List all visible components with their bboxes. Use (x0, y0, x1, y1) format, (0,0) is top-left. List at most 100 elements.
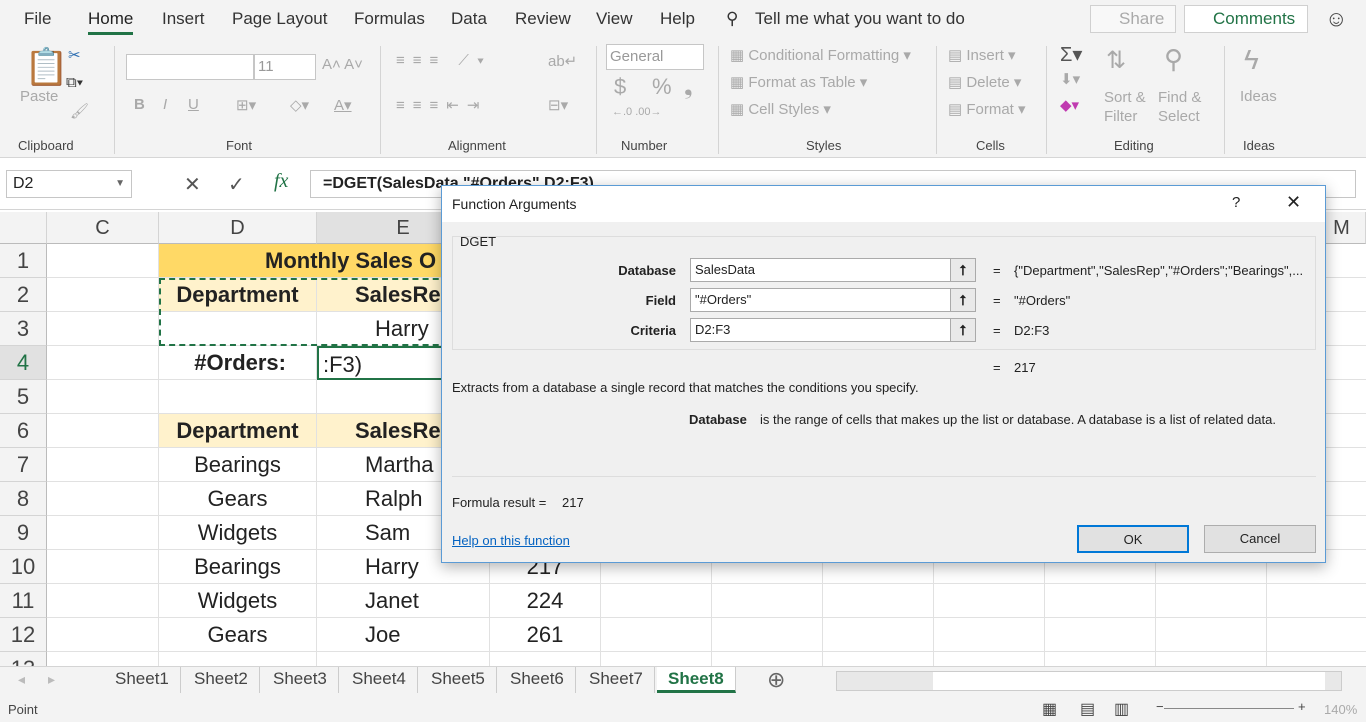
table-orders-cell[interactable]: 224 (490, 584, 601, 618)
collapse-dialog-icon[interactable]: ⭡ (950, 288, 976, 312)
row-header-10[interactable]: 10 (0, 550, 47, 584)
comments-button[interactable]: Comments (1184, 5, 1308, 33)
cell[interactable] (1267, 618, 1366, 652)
insert-function-icon[interactable]: fx (274, 170, 288, 193)
merge-center-icon[interactable]: ⊟▾ (548, 96, 568, 114)
sheet-tab-sheet7[interactable]: Sheet7 (578, 667, 655, 693)
column-header-c[interactable]: C (47, 212, 159, 244)
cell[interactable] (1156, 584, 1267, 618)
format-as-table-button[interactable]: ▦ Format as Table ▾ (730, 73, 867, 91)
vertical-align-icons[interactable]: ≡≡≡ ⟋▾ (396, 52, 492, 69)
sort-filter-button[interactable]: Sort & Filter (1104, 88, 1146, 126)
cell[interactable] (712, 584, 823, 618)
sheet-scroll-left-icon[interactable]: ◂ (18, 671, 25, 688)
cell[interactable] (601, 584, 712, 618)
arg-input-field[interactable]: "#Orders" (690, 288, 976, 312)
cell[interactable] (317, 652, 490, 666)
cell[interactable] (1267, 652, 1366, 666)
cell[interactable] (490, 652, 601, 666)
arg-input-criteria[interactable]: D2:F3 (690, 318, 976, 342)
cut-icon[interactable]: ✂ (68, 46, 81, 64)
font-size-dropdown[interactable]: 11 (254, 54, 316, 80)
decimal-icons[interactable]: ←.0 .00→ (612, 106, 662, 118)
number-format-dropdown[interactable]: General (606, 44, 704, 70)
cell[interactable] (47, 278, 159, 312)
delete-cells-button[interactable]: ▤ Delete ▾ (948, 73, 1021, 91)
cell[interactable] (47, 516, 159, 550)
cell[interactable] (47, 652, 159, 666)
fill-color-icon[interactable]: ◇▾ (290, 96, 309, 114)
enter-formula-icon[interactable]: ✓ (228, 172, 245, 197)
conditional-formatting-button[interactable]: ▦ Conditional Formatting ▾ (730, 46, 911, 64)
table-salesrep-cell[interactable]: Janet (317, 584, 490, 618)
row-header-13[interactable]: 13 (0, 652, 47, 666)
sheet-tab-sheet5[interactable]: Sheet5 (420, 667, 497, 693)
horizontal-align-icons[interactable]: ≡≡≡⇤⇥ (396, 96, 487, 114)
cell[interactable] (47, 618, 159, 652)
row-header-5[interactable]: 5 (0, 380, 47, 414)
font-color-icon[interactable]: A▾ (334, 96, 352, 114)
share-button[interactable]: Share (1090, 5, 1176, 33)
cell[interactable] (934, 618, 1045, 652)
sheet-tab-sheet4[interactable]: Sheet4 (341, 667, 418, 693)
cell[interactable] (823, 652, 934, 666)
tab-formulas[interactable]: Formulas (354, 9, 425, 29)
name-box[interactable]: D2 ▼ (6, 170, 132, 198)
cell[interactable] (47, 312, 159, 346)
row-header-6[interactable]: 6 (0, 414, 47, 448)
cell[interactable] (1267, 584, 1366, 618)
cell[interactable] (47, 346, 159, 380)
tell-me-search[interactable]: Tell me what you want to do (755, 9, 965, 29)
cell-styles-button[interactable]: ▦ Cell Styles ▾ (730, 100, 831, 118)
underline-button[interactable]: U (188, 96, 199, 113)
cell[interactable] (1156, 652, 1267, 666)
cell[interactable] (47, 482, 159, 516)
zoom-out-icon[interactable]: − (1156, 699, 1164, 714)
find-select-button[interactable]: Find & Select (1158, 88, 1201, 126)
sheet-tab-sheet3[interactable]: Sheet3 (262, 667, 339, 693)
sheet-tab-sheet8[interactable]: Sheet8 (657, 667, 736, 693)
zoom-in-icon[interactable]: + (1298, 699, 1306, 714)
borders-icon[interactable]: ⊞▾ (236, 96, 256, 114)
row-header-2[interactable]: 2 (0, 278, 47, 312)
ideas-button[interactable]: Ideas (1240, 88, 1277, 105)
cell[interactable] (159, 380, 317, 414)
sheet-tab-sheet1[interactable]: Sheet1 (104, 667, 181, 693)
bold-button[interactable]: B (134, 96, 145, 113)
horizontal-scrollbar[interactable] (836, 671, 1342, 691)
dialog-close-icon[interactable]: ✕ (1286, 192, 1301, 213)
cell[interactable] (1045, 584, 1156, 618)
autosum-icon[interactable]: Σ▾ (1060, 42, 1082, 67)
table-department-cell[interactable]: Gears (159, 618, 317, 652)
row-header-8[interactable]: 8 (0, 482, 47, 516)
select-all-corner[interactable] (0, 212, 47, 244)
cell[interactable] (601, 652, 712, 666)
page-break-view-icon[interactable]: ▥ (1114, 699, 1129, 719)
table-orders-cell[interactable]: 261 (490, 618, 601, 652)
sheet-tab-sheet6[interactable]: Sheet6 (499, 667, 576, 693)
row-header-4[interactable]: 4 (0, 346, 47, 380)
row-header-3[interactable]: 3 (0, 312, 47, 346)
tab-help[interactable]: Help (660, 9, 695, 29)
tab-file[interactable]: File (24, 9, 51, 29)
cell[interactable] (934, 652, 1045, 666)
help-on-function-link[interactable]: Help on this function (452, 533, 570, 548)
tab-home[interactable]: Home (88, 9, 134, 35)
cancel-button[interactable]: Cancel (1204, 525, 1316, 553)
table-department-cell[interactable]: Widgets (159, 584, 317, 618)
arg-input-database[interactable]: SalesData (690, 258, 976, 282)
normal-view-icon[interactable]: ▦ (1042, 699, 1057, 719)
page-layout-view-icon[interactable]: ▤ (1080, 699, 1095, 719)
cell[interactable] (601, 618, 712, 652)
currency-button[interactable]: $ (614, 74, 626, 100)
row-header-7[interactable]: 7 (0, 448, 47, 482)
comma-button[interactable]: ❟ (684, 74, 693, 100)
smiley-feedback-icon[interactable]: ☺ (1325, 6, 1347, 32)
cell[interactable] (47, 380, 159, 414)
cell[interactable] (1156, 618, 1267, 652)
cell[interactable] (823, 584, 934, 618)
cell[interactable] (1045, 618, 1156, 652)
font-name-dropdown[interactable] (126, 54, 254, 80)
row-header-1[interactable]: 1 (0, 244, 47, 278)
copy-icon[interactable]: ⧉▾ (66, 74, 83, 91)
